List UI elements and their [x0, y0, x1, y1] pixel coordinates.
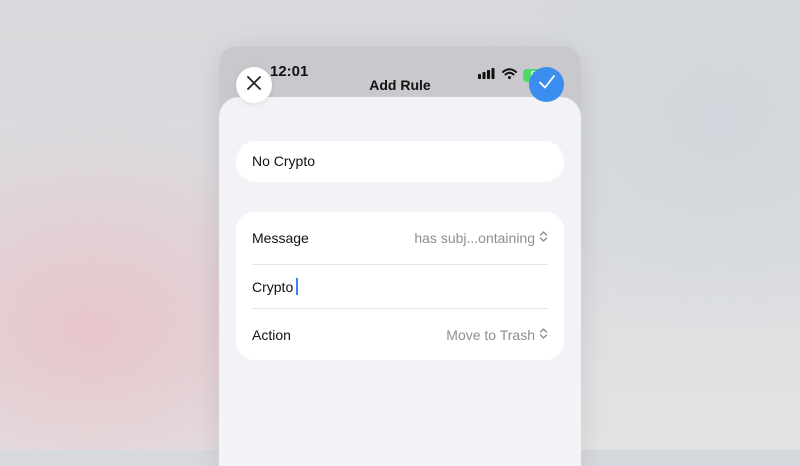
condition-label: Message: [252, 230, 309, 246]
rule-settings-card: Message has subj...ontaining Crypto Acti…: [236, 212, 564, 360]
chevron-up-down-icon: [539, 230, 548, 246]
rule-name-field[interactable]: No Crypto: [236, 141, 564, 182]
condition-row[interactable]: Message has subj...ontaining: [252, 212, 548, 264]
checkmark-icon: [538, 74, 556, 95]
condition-value: has subj...ontaining: [414, 230, 535, 246]
condition-selector[interactable]: has subj...ontaining: [414, 230, 548, 246]
chevron-up-down-icon: [539, 327, 548, 343]
confirm-button[interactable]: [529, 67, 564, 102]
action-selector[interactable]: Move to Trash: [446, 327, 548, 343]
keyword-row: Crypto: [252, 264, 548, 308]
action-label: Action: [252, 327, 291, 343]
action-value: Move to Trash: [446, 327, 535, 343]
action-row[interactable]: Action Move to Trash: [252, 308, 548, 361]
keyword-input[interactable]: Crypto: [252, 278, 299, 295]
keyword-value: Crypto: [252, 278, 294, 295]
sheet-title: Add Rule: [369, 77, 431, 93]
text-cursor: [296, 278, 299, 295]
